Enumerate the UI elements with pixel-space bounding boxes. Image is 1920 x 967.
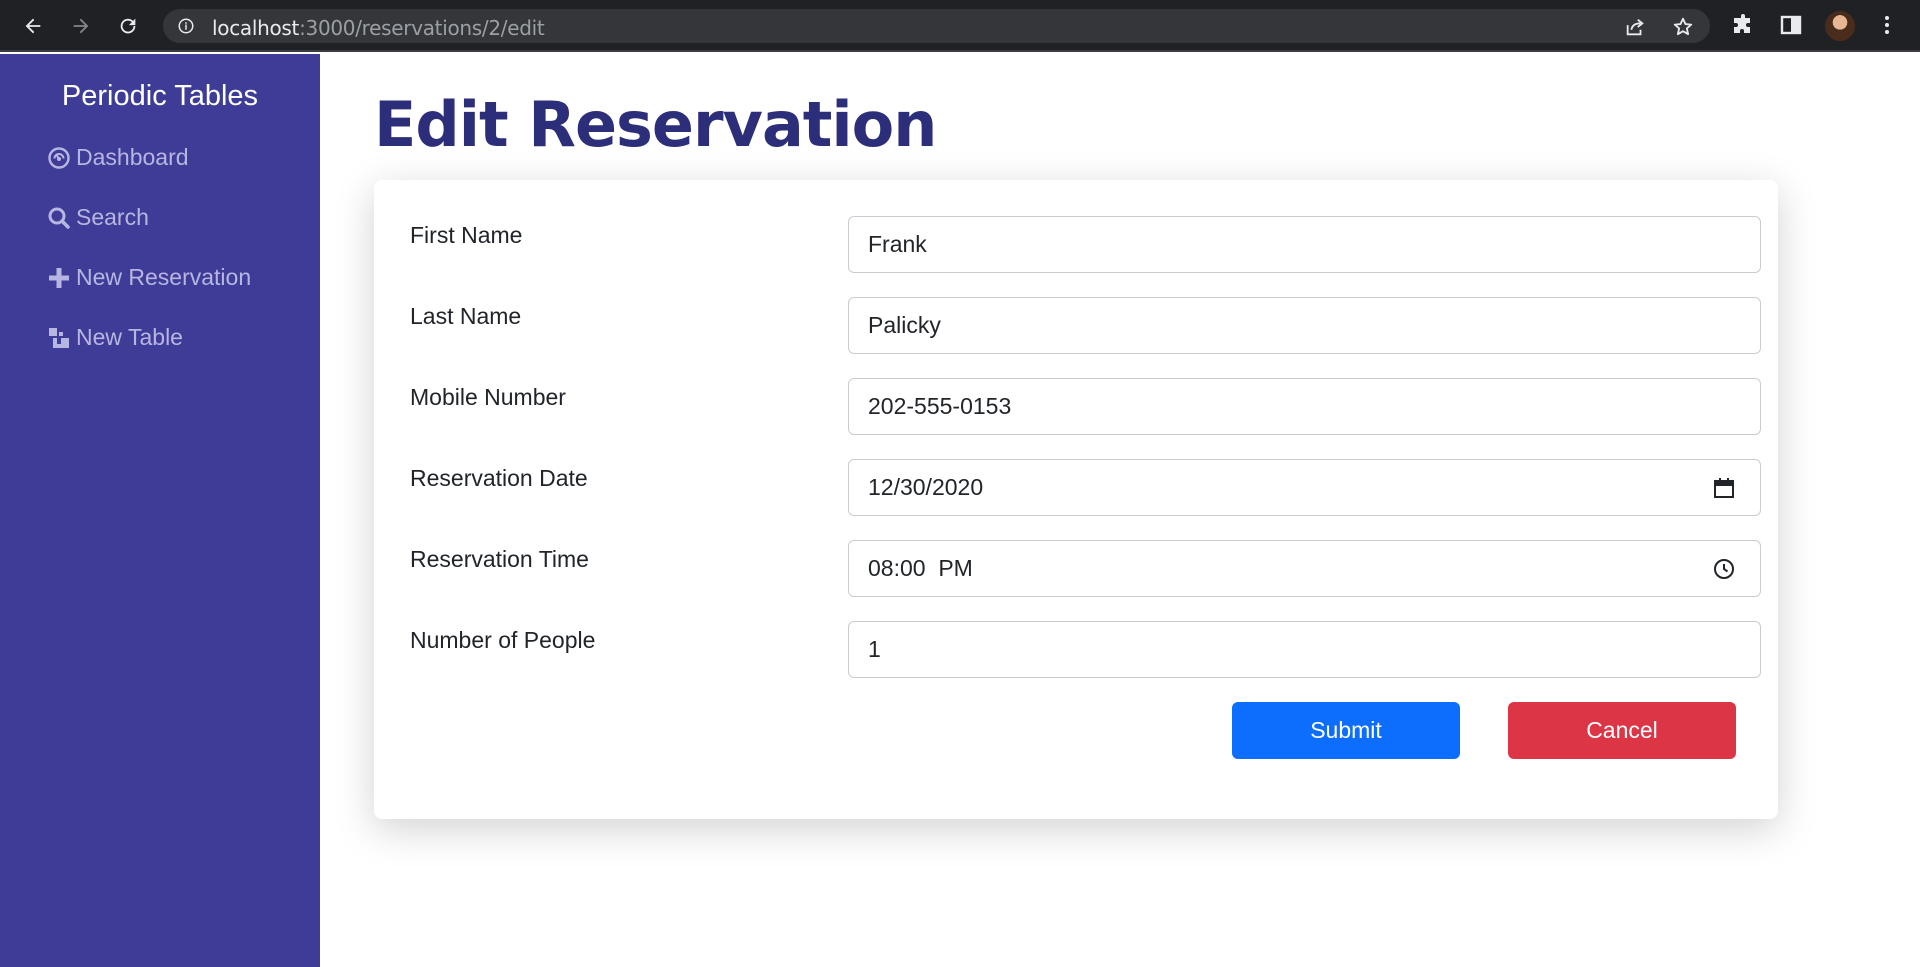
sidebar-item-new-table[interactable]: New Table (46, 324, 183, 351)
sidebar-item-label: Dashboard (76, 144, 189, 170)
sidebar-item-new-reservation[interactable]: New Reservation (46, 264, 251, 291)
share-icon[interactable] (1624, 16, 1646, 38)
kebab-menu-icon[interactable] (1875, 13, 1899, 37)
first-name-input[interactable] (848, 216, 1761, 273)
url-host: localhost (212, 16, 300, 40)
forward-arrow-icon[interactable] (65, 10, 97, 42)
reservation-time-input[interactable] (848, 540, 1761, 597)
sidebar-item-dashboard[interactable]: Dashboard (46, 144, 189, 171)
last-name-label: Last Name (410, 303, 522, 329)
site-info-icon[interactable] (177, 17, 195, 35)
clock-icon[interactable] (1712, 557, 1736, 581)
sidebar-item-label: New Reservation (76, 264, 252, 290)
number-of-people-input[interactable] (848, 621, 1761, 678)
cancel-button[interactable]: Cancel (1508, 702, 1736, 759)
reservation-date-input[interactable] (848, 459, 1761, 516)
reload-icon[interactable] (112, 10, 144, 42)
number-of-people-label: Number of People (410, 627, 596, 653)
bookmark-star-icon[interactable] (1672, 16, 1694, 38)
search-icon (46, 205, 72, 231)
profile-avatar[interactable] (1825, 11, 1855, 41)
edit-reservation-form: First Name Last Name Mobile Number Reser… (374, 180, 1778, 819)
sidebar-item-label: Search (76, 204, 149, 230)
brand-title[interactable]: Periodic Tables (0, 80, 320, 113)
browser-toolbar: localhost:3000/reservations/2/edit (0, 0, 1920, 52)
side-panel-icon[interactable] (1779, 13, 1803, 37)
plus-icon (46, 265, 72, 291)
layers-icon (46, 325, 72, 351)
reservation-time-label: Reservation Time (410, 546, 589, 572)
mobile-number-input[interactable] (848, 378, 1761, 435)
mobile-number-label: Mobile Number (410, 384, 566, 410)
last-name-input[interactable] (848, 297, 1761, 354)
dashboard-gauge-icon (46, 145, 72, 171)
calendar-icon[interactable] (1712, 476, 1736, 500)
sidebar: Periodic Tables Dashboard Search New Res… (0, 54, 320, 967)
url-path: :3000/reservations/2/edit (299, 16, 545, 40)
sidebar-item-search[interactable]: Search (46, 204, 149, 231)
back-arrow-icon[interactable] (17, 10, 49, 42)
first-name-label: First Name (410, 222, 523, 248)
submit-button[interactable]: Submit (1232, 702, 1460, 759)
extensions-puzzle-icon[interactable] (1731, 13, 1755, 37)
url-text: localhost:3000/reservations/2/edit (212, 16, 545, 40)
reservation-date-label: Reservation Date (410, 465, 588, 491)
address-bar[interactable]: localhost:3000/reservations/2/edit (163, 9, 1710, 43)
sidebar-item-label: New Table (76, 324, 183, 350)
page-title: Edit Reservation (374, 88, 937, 161)
